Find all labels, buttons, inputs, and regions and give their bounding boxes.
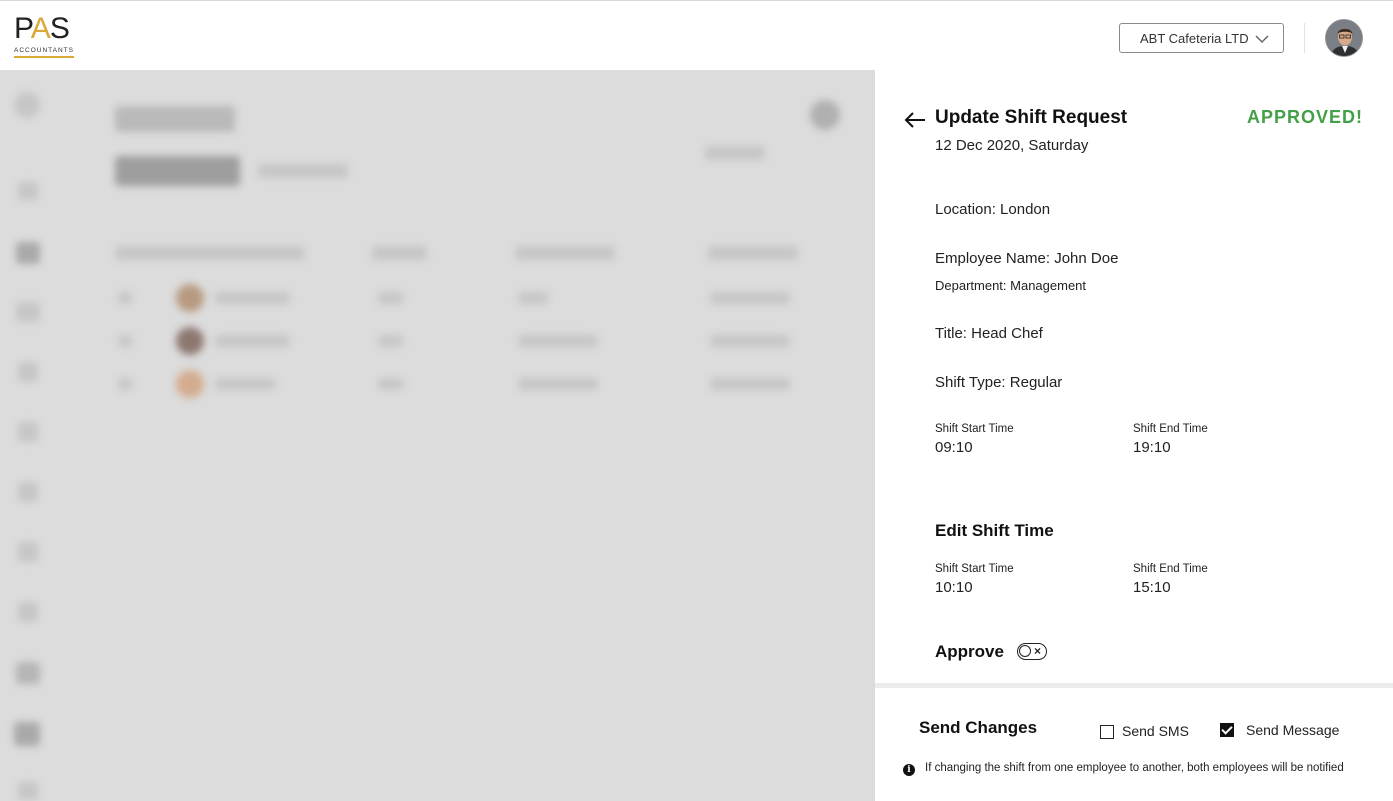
table-row	[518, 335, 598, 347]
status-badge: APPROVED!	[1246, 107, 1363, 127]
current-start-label: Shift Start Time	[935, 423, 1014, 435]
sidebar-icon	[16, 242, 40, 264]
department-field: Department: Management	[935, 278, 1087, 293]
sidebar-icon	[18, 422, 38, 442]
table-row	[710, 378, 790, 390]
blurred-page-overlay[interactable]	[0, 70, 875, 801]
employee-name-field: Employee Name: John Doe	[935, 250, 1119, 267]
sidebar-icon	[18, 482, 38, 502]
table-header-blurred	[115, 246, 305, 260]
send-message-label[interactable]: Send Message	[1246, 722, 1339, 738]
edit-end-time-input[interactable]: 15:10	[1133, 579, 1171, 596]
title-field: Title: Head Chef	[935, 325, 1043, 342]
table-row	[518, 378, 598, 390]
current-end-label: Shift End Time	[1133, 423, 1208, 435]
table-row	[118, 292, 132, 304]
sidebar-icon	[18, 542, 38, 562]
tab-inactive-blurred	[258, 164, 348, 178]
logo-subtitle: ACCOUNTANTS	[14, 47, 74, 58]
company-select-value: ABT Cafeteria LTD	[1140, 30, 1249, 46]
table-row	[710, 335, 790, 347]
current-start-value: 09:10	[935, 439, 973, 456]
sidebar-icon	[16, 662, 40, 684]
avatar-portrait-icon	[1326, 20, 1362, 56]
company-logo[interactable]: PAS ACCOUNTANTS	[14, 13, 78, 61]
avatar	[176, 284, 204, 312]
send-changes-heading: Send Changes	[919, 718, 1038, 737]
company-select[interactable]: ABT Cafeteria LTD	[1119, 23, 1284, 53]
search-blurred	[705, 146, 765, 160]
sidebar-menu-icon	[14, 92, 40, 118]
page-heading-blurred	[115, 106, 235, 132]
send-sms-checkbox[interactable]	[1100, 725, 1114, 739]
location-field: Location: London	[935, 201, 1051, 218]
table-row	[378, 335, 403, 347]
table-header-blurred	[372, 246, 427, 260]
header-divider	[1304, 23, 1305, 53]
notification-info-text: If changing the shift from one employee …	[925, 762, 1344, 774]
table-header-blurred	[515, 246, 615, 260]
approve-toggle[interactable]: ×	[1017, 643, 1047, 660]
send-message-checkbox[interactable]	[1220, 723, 1234, 737]
edit-shift-time-heading: Edit Shift Time	[935, 521, 1054, 540]
table-row	[118, 378, 132, 390]
avatar	[176, 370, 204, 398]
send-changes-footer: Send Changes Send SMS Send Message i If …	[875, 683, 1393, 801]
back-arrow-icon[interactable]	[903, 110, 927, 130]
info-icon: i	[903, 764, 915, 776]
table-row	[518, 292, 548, 304]
panel-title: Update Shift Request	[935, 107, 1128, 128]
filter-icon-blurred	[810, 100, 840, 130]
tab-active-blurred	[115, 156, 240, 186]
edit-end-label: Shift End Time	[1133, 563, 1208, 575]
table-row	[378, 292, 403, 304]
table-row	[215, 378, 275, 390]
table-row	[710, 292, 790, 304]
chevron-down-icon	[1255, 35, 1269, 44]
avatar	[176, 327, 204, 355]
table-row	[118, 335, 132, 347]
table-row	[378, 378, 403, 390]
sidebar-icon	[18, 182, 38, 200]
table-header-blurred	[708, 246, 798, 260]
sidebar-icon	[16, 302, 40, 322]
toggle-knob	[1019, 645, 1031, 657]
top-bar: PAS ACCOUNTANTS ABT Cafeteria LTD	[0, 0, 1393, 70]
toggle-off-x-icon: ×	[1034, 644, 1042, 658]
edit-start-time-input[interactable]: 10:10	[935, 579, 973, 596]
edit-start-label: Shift Start Time	[935, 563, 1014, 575]
user-avatar[interactable]	[1325, 19, 1363, 57]
approve-label: Approve	[935, 642, 1004, 661]
sidebar-icon	[18, 362, 38, 382]
shift-date: 12 Dec 2020, Saturday	[935, 137, 1089, 154]
sidebar-icon	[18, 782, 38, 800]
current-end-value: 19:10	[1133, 439, 1171, 456]
sidebar-icon	[14, 722, 40, 746]
shift-type-field: Shift Type: Regular	[935, 374, 1063, 391]
send-sms-label[interactable]: Send SMS	[1122, 723, 1189, 739]
table-row	[215, 335, 290, 347]
sidebar-icon	[18, 602, 38, 622]
logo-text: PAS	[14, 12, 70, 45]
table-row	[215, 292, 290, 304]
